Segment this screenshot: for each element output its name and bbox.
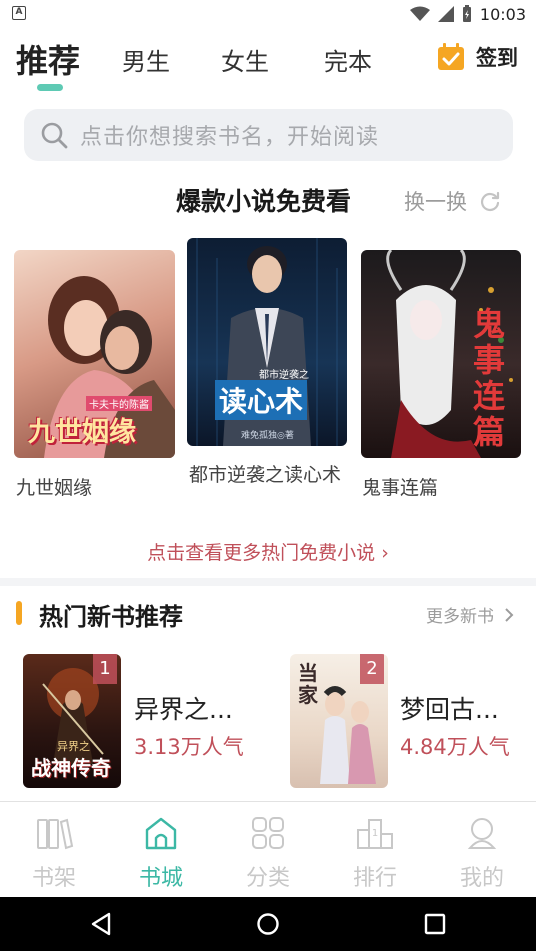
hot-book-popularity-1: 3.13万人气	[134, 735, 244, 759]
cover-title-text: 读心术	[215, 380, 308, 420]
hot-book-cover-2[interactable]: 2 当家	[290, 654, 388, 788]
calendar-check-icon	[438, 43, 464, 70]
status-icons: 10:03	[409, 4, 526, 24]
nav-bookshelf[interactable]: 书架	[14, 816, 94, 892]
nav-bookstore[interactable]: 书城	[121, 816, 201, 892]
status-time: 10:03	[479, 4, 526, 24]
recents-icon[interactable]	[424, 913, 446, 935]
search-placeholder: 点击你想搜索书名，开始阅读	[80, 125, 380, 150]
bookshelf-icon	[37, 818, 74, 850]
hot-book-popularity-2: 4.84万人气	[400, 735, 510, 759]
tab-recommend[interactable]: 推荐	[16, 36, 80, 82]
nav-profile[interactable]: 我的	[442, 816, 522, 892]
tab-female[interactable]: 女生	[221, 42, 269, 77]
hot-new-title: 热门新书推荐	[39, 603, 183, 631]
more-new-books-button[interactable]: 更多新书	[426, 602, 514, 627]
cover-author: 难免孤独◎著	[241, 431, 294, 441]
rank-badge: 1	[93, 654, 117, 684]
more-new-books-label: 更多新书	[426, 607, 494, 627]
ranking-icon: 1	[357, 819, 393, 849]
section-divider	[0, 578, 536, 586]
signal-icon	[437, 6, 454, 22]
featured-title: 爆款小说免费看	[176, 187, 352, 216]
chevron-right-icon	[505, 607, 514, 622]
hot-book-name-2[interactable]: 梦回古...	[400, 690, 499, 726]
cover-title-text: 当家	[298, 661, 318, 707]
refresh-button[interactable]: 换一换	[404, 186, 501, 216]
search-icon	[41, 122, 68, 149]
cover-title-text: 鬼事连篇	[473, 305, 506, 451]
status-bar: A 10:03	[0, 0, 536, 28]
profile-icon	[467, 818, 497, 849]
refresh-icon	[480, 191, 500, 212]
book-title-2[interactable]: 都市逆袭之读心术	[189, 462, 347, 488]
search-input[interactable]: 点击你想搜索书名，开始阅读	[24, 109, 513, 161]
cover-title-text: 战神传奇	[31, 756, 111, 780]
tab-male[interactable]: 男生	[122, 42, 170, 77]
nav-label: 我的	[459, 866, 504, 891]
cover-subtitle: 都市逆袭之	[259, 370, 309, 381]
nav-label: 分类	[245, 866, 290, 891]
system-nav-bar	[0, 897, 536, 951]
wifi-icon	[409, 6, 430, 21]
bottom-nav: 书架 书城 分类 1 排行 我的	[0, 801, 536, 897]
nav-category[interactable]: 分类	[228, 816, 308, 892]
tab-indicator	[37, 84, 63, 91]
hot-book-name-1[interactable]: 异界之...	[134, 690, 233, 726]
book-cover-2[interactable]: 都市逆袭之 读心术 难免孤独◎著	[187, 238, 347, 446]
nav-label: 排行	[352, 866, 397, 891]
rank-badge: 2	[360, 654, 384, 684]
refresh-label: 换一换	[404, 190, 467, 214]
book-title-1[interactable]: 九世姻缘	[16, 475, 176, 501]
checkin-label: 签到	[476, 46, 518, 70]
battery-icon	[462, 5, 471, 22]
category-grid-icon	[252, 817, 284, 849]
notification-a-icon: A	[12, 6, 26, 20]
svg-text:1: 1	[372, 828, 378, 839]
tab-completed[interactable]: 完本	[324, 42, 372, 77]
hot-book-cover-1[interactable]: 1 异界之 战神传奇	[23, 654, 121, 788]
book-cover-3[interactable]: 鬼事连篇	[361, 250, 521, 458]
nav-label: 书架	[31, 866, 76, 891]
cover-subtitle: 卡夫卡的陈酱	[86, 396, 152, 411]
back-icon[interactable]	[90, 912, 112, 936]
section-accent-bar	[16, 601, 22, 625]
book-title-3[interactable]: 鬼事连篇	[362, 475, 522, 501]
cover-title-text: 九世姻缘	[28, 417, 136, 448]
nav-ranking[interactable]: 1 排行	[335, 816, 415, 892]
bookstore-icon	[145, 817, 177, 850]
book-cover-1[interactable]: 卡夫卡的陈酱 九世姻缘	[14, 250, 175, 458]
home-icon[interactable]	[256, 912, 280, 936]
nav-label: 书城	[138, 866, 183, 891]
checkin-button[interactable]: 签到	[436, 42, 518, 72]
more-free-novels-link[interactable]: 点击查看更多热门免费小说 ›	[0, 538, 536, 565]
